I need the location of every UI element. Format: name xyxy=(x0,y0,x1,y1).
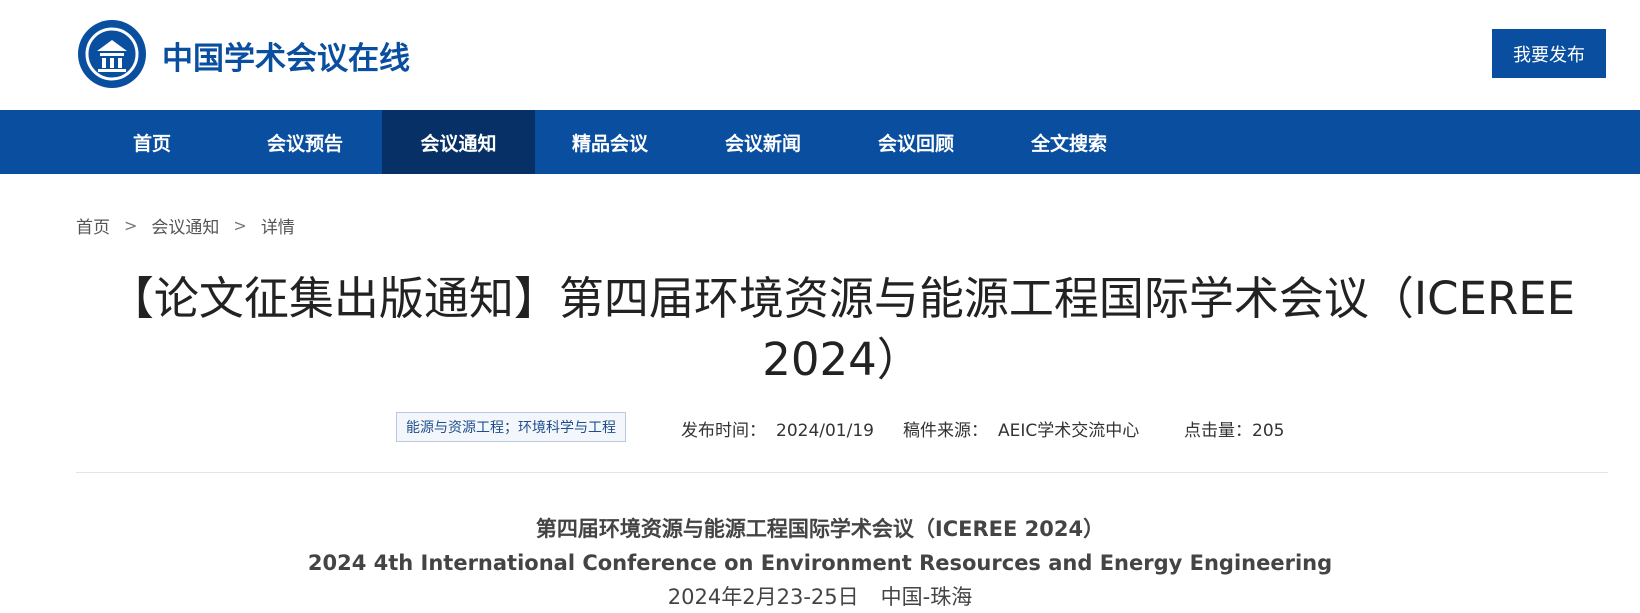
source-label: 稿件来源： xyxy=(903,421,988,441)
category-tag[interactable]: 能源与资源工程；环境科学与工程 xyxy=(396,412,626,442)
nav-item-preview[interactable]: 会议预告 xyxy=(247,110,363,174)
conference-title-en: 2024 4th International Conference on Env… xyxy=(307,551,1333,575)
nav-item-review[interactable]: 会议回顾 xyxy=(858,110,974,174)
breadcrumb-current: 详情 xyxy=(260,218,295,238)
nav-item-news[interactable]: 会议新闻 xyxy=(705,110,821,174)
breadcrumb: 首页 > 会议通知 > 详情 xyxy=(76,213,295,238)
publish-time: 发布时间： 2024/01/19 xyxy=(681,416,874,441)
article-meta: 能源与资源工程；环境科学与工程 发布时间： 2024/01/19 稿件来源： AEI… xyxy=(0,412,1640,446)
breadcrumb-notice[interactable]: 会议通知 xyxy=(151,213,219,238)
site-name[interactable]: 中国学术会议在线 xyxy=(162,33,410,78)
nav-item-search[interactable]: 全文搜索 xyxy=(1011,110,1127,174)
article-content: 第四届环境资源与能源工程国际学术会议（ICEREE 2024） 2024 4th… xyxy=(0,512,1640,613)
page-title: 【论文征集出版通知】第四届环境资源与能源工程国际学术会议（ICEREE 2024… xyxy=(108,272,1576,386)
publish-button[interactable]: 我要发布 xyxy=(1492,29,1606,78)
source-value: AEIC学术交流中心 xyxy=(998,421,1140,441)
conference-location: 中国-珠海 xyxy=(880,585,973,609)
divider xyxy=(76,472,1608,473)
nav-item-home[interactable]: 首页 xyxy=(105,110,199,174)
conference-date: 2024年2月23-25日 xyxy=(667,585,859,609)
click-count: 点击量：205 xyxy=(1184,416,1284,441)
breadcrumb-separator: > xyxy=(233,216,247,235)
conference-date-location: 2024年2月23-25日 中国-珠海 xyxy=(0,580,1640,613)
publish-time-value: 2024/01/19 xyxy=(776,421,874,441)
conference-title-cn: 第四届环境资源与能源工程国际学术会议（ICEREE 2024） xyxy=(535,517,1105,541)
nav-item-featured[interactable]: 精品会议 xyxy=(552,110,668,174)
site-header: 中国学术会议在线 我要发布 xyxy=(0,0,1640,110)
main-nav: 首页 会议预告 会议通知 精品会议 会议新闻 会议回顾 全文搜索 xyxy=(0,110,1640,174)
click-count-label: 点击量： xyxy=(1184,421,1252,441)
logo-icon[interactable] xyxy=(78,20,146,88)
breadcrumb-separator: > xyxy=(124,216,138,235)
nav-item-notice[interactable]: 会议通知 xyxy=(382,110,535,174)
publish-time-label: 发布时间： xyxy=(681,421,766,441)
breadcrumb-home[interactable]: 首页 xyxy=(76,213,110,238)
click-count-value: 205 xyxy=(1252,421,1285,441)
source: 稿件来源： AEIC学术交流中心 xyxy=(903,416,1139,441)
